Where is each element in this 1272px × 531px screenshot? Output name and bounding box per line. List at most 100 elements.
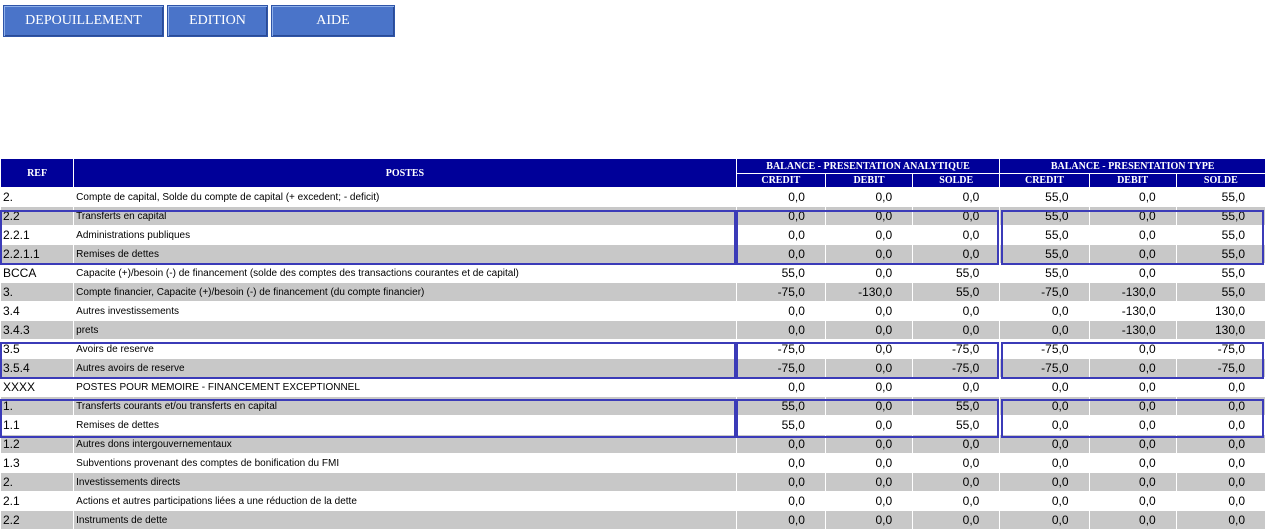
type-solde-cell: 55,0: [1176, 207, 1265, 225]
analytique-debit-cell: 0,0: [825, 416, 913, 434]
type-credit-cell: 0,0: [1000, 473, 1089, 491]
analytique-solde-cell: 0,0: [913, 321, 1000, 339]
type-debit-cell: 0,0: [1089, 245, 1176, 263]
table-row: 1.1 Remises de dettes 55,0 0,0 55,0 0,0 0,0 0,0: [1, 416, 1265, 434]
postes-header: POSTES: [74, 159, 736, 187]
type-solde-cell: 0,0: [1176, 435, 1265, 453]
type-debit-cell: 0,0: [1089, 473, 1176, 491]
analytique-solde-cell: 0,0: [913, 492, 1000, 510]
table-row: 2. Investissements directs 0,0 0,0 0,0 0,0 0,0…: [1, 473, 1265, 491]
table-row: 2.2 Instruments de dette 0,0 0,0 0,0 0,0 0,0 0,…: [1, 511, 1265, 529]
type-debit-cell: 0,0: [1089, 397, 1176, 415]
edition-menu-button[interactable]: EDITION: [167, 5, 268, 37]
table-row: 2.2 Transferts en capital 0,0 0,0 0,0 55,0 0,0…: [1, 207, 1265, 225]
analytique-credit-cell: 0,0: [736, 188, 825, 206]
type-debit-cell: 0,0: [1089, 378, 1176, 396]
type-credit-cell: 55,0: [1000, 245, 1089, 263]
analytique-debit-cell: 0,0: [825, 207, 913, 225]
type-solde-cell: 0,0: [1176, 416, 1265, 434]
analytique-debit-header: DEBIT: [825, 174, 913, 187]
depouillement-menu-button[interactable]: DEPOUILLEMENT: [3, 5, 164, 37]
table-row: 2.1 Actions et autres participations liée…: [1, 492, 1265, 510]
type-debit-cell: 0,0: [1089, 264, 1176, 282]
type-credit-cell: 0,0: [1000, 321, 1089, 339]
analytique-credit-cell: 0,0: [736, 207, 825, 225]
analytique-solde-cell: 0,0: [913, 454, 1000, 472]
type-debit-cell: 0,0: [1089, 454, 1176, 472]
analytique-solde-cell: -75,0: [913, 340, 1000, 358]
analytique-credit-cell: 55,0: [736, 397, 825, 415]
type-debit-header: DEBIT: [1089, 174, 1176, 187]
ref-cell: 1.1: [1, 416, 74, 434]
analytique-debit-cell: 0,0: [825, 511, 913, 529]
type-credit-cell: 0,0: [1000, 435, 1089, 453]
analytique-credit-cell: 55,0: [736, 264, 825, 282]
analytique-credit-cell: -75,0: [736, 359, 825, 377]
type-solde-cell: 55,0: [1176, 226, 1265, 244]
type-solde-cell: -75,0: [1176, 359, 1265, 377]
analytique-credit-cell: 0,0: [736, 435, 825, 453]
analytique-solde-cell: 0,0: [913, 378, 1000, 396]
type-debit-cell: 0,0: [1089, 416, 1176, 434]
type-debit-cell: 0,0: [1089, 435, 1176, 453]
analytique-solde-header: SOLDE: [913, 174, 1000, 187]
type-credit-cell: -75,0: [1000, 359, 1089, 377]
table-row: 1. Transferts courants et/ou transferts e…: [1, 397, 1265, 415]
table-row: 3.5.4 Autres avoirs de reserve -75,0 0,0 -75…: [1, 359, 1265, 377]
type-credit-cell: 55,0: [1000, 207, 1089, 225]
analytique-credit-cell: 0,0: [736, 473, 825, 491]
type-credit-cell: 0,0: [1000, 397, 1089, 415]
ref-cell: 2.2: [1, 511, 74, 529]
type-solde-cell: 55,0: [1176, 245, 1265, 263]
type-credit-cell: 55,0: [1000, 264, 1089, 282]
type-solde-cell: 0,0: [1176, 397, 1265, 415]
ref-cell: 2.: [1, 188, 74, 206]
type-solde-cell: 130,0: [1176, 321, 1265, 339]
analytique-debit-cell: 0,0: [825, 188, 913, 206]
type-credit-cell: -75,0: [1000, 283, 1089, 301]
analytique-debit-cell: 0,0: [825, 340, 913, 358]
poste-label-cell: Actions et autres participations liées a…: [74, 492, 736, 510]
analytique-solde-cell: 0,0: [913, 226, 1000, 244]
table-row: 1.3 Subventions provenant des comptes de …: [1, 454, 1265, 472]
poste-label-cell: prets: [74, 321, 736, 339]
table-row: XXXX POSTES POUR MEMOIRE - FINANCEMENT EX…: [1, 378, 1265, 396]
analytique-debit-cell: 0,0: [825, 397, 913, 415]
ref-cell: 3.4: [1, 302, 74, 320]
type-credit-cell: 0,0: [1000, 302, 1089, 320]
poste-label-cell: Compte de capital, Solde du compte de ca…: [74, 188, 736, 206]
analytique-credit-cell: 0,0: [736, 511, 825, 529]
ref-cell: BCCA: [1, 264, 74, 282]
analytique-debit-cell: 0,0: [825, 245, 913, 263]
analytique-credit-cell: -75,0: [736, 340, 825, 358]
table-row: 2. Compte de capital, Solde du compte de …: [1, 188, 1265, 206]
type-solde-cell: 0,0: [1176, 378, 1265, 396]
ref-cell: 3.: [1, 283, 74, 301]
poste-label-cell: Administrations publiques: [74, 226, 736, 244]
analytique-group-header: BALANCE - PRESENTATION ANALYTIQUE: [736, 159, 1000, 173]
type-debit-cell: -130,0: [1089, 283, 1176, 301]
type-credit-cell: 55,0: [1000, 226, 1089, 244]
ref-cell: 3.4.3: [1, 321, 74, 339]
balance-table-container: REF POSTES BALANCE - PRESENTATION ANALYT…: [0, 158, 1266, 530]
analytique-solde-cell: 0,0: [913, 302, 1000, 320]
analytique-credit-cell: 0,0: [736, 321, 825, 339]
poste-label-cell: Remises de dettes: [74, 416, 736, 434]
type-debit-cell: 0,0: [1089, 340, 1176, 358]
analytique-solde-cell: 0,0: [913, 511, 1000, 529]
type-solde-cell: 0,0: [1176, 492, 1265, 510]
analytique-solde-cell: 55,0: [913, 397, 1000, 415]
poste-label-cell: Transferts courants et/ou transferts en …: [74, 397, 736, 415]
analytique-credit-cell: 0,0: [736, 245, 825, 263]
aide-menu-button[interactable]: AIDE: [271, 5, 395, 37]
analytique-solde-cell: 0,0: [913, 207, 1000, 225]
analytique-credit-cell: 0,0: [736, 378, 825, 396]
analytique-solde-cell: -75,0: [913, 359, 1000, 377]
poste-label-cell: Instruments de dette: [74, 511, 736, 529]
type-solde-cell: 0,0: [1176, 473, 1265, 491]
poste-label-cell: Avoirs de reserve: [74, 340, 736, 358]
analytique-debit-cell: 0,0: [825, 359, 913, 377]
type-solde-cell: 0,0: [1176, 511, 1265, 529]
analytique-debit-cell: 0,0: [825, 264, 913, 282]
balance-table: REF POSTES BALANCE - PRESENTATION ANALYT…: [0, 158, 1266, 530]
